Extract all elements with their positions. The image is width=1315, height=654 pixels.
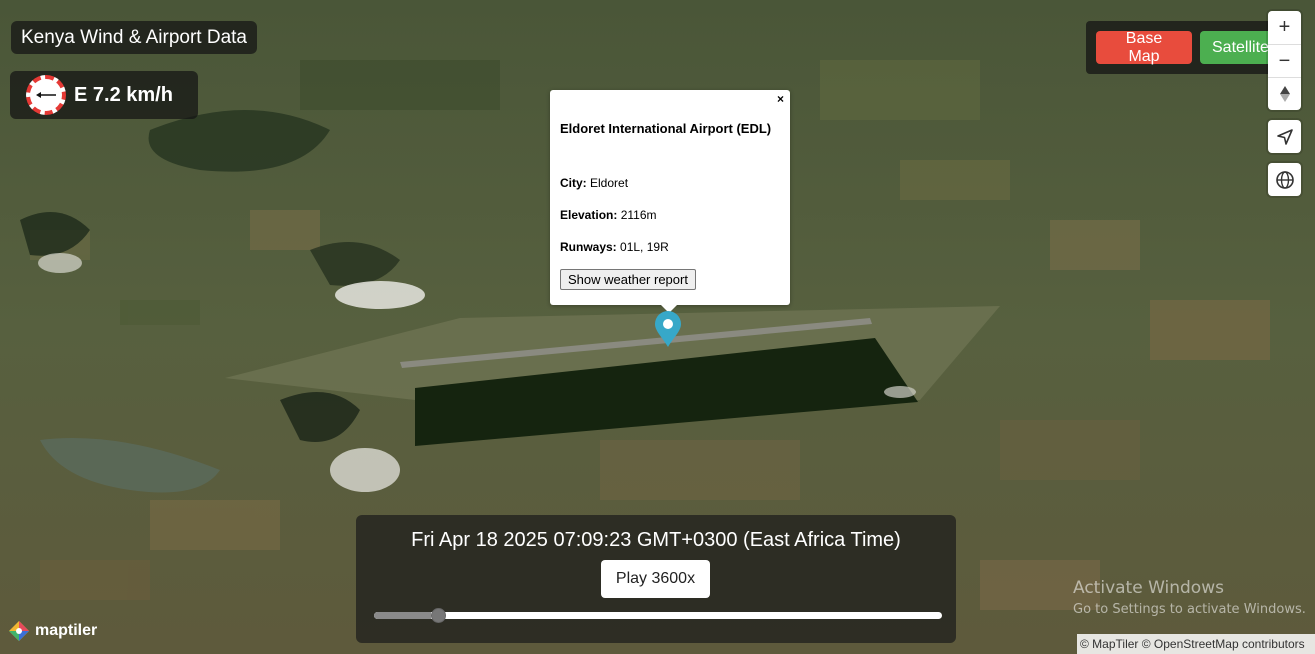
time-slider-track[interactable] [374, 612, 942, 619]
popup-title: Eldoret International Airport (EDL) [560, 121, 772, 136]
maptiler-logo-text: maptiler [35, 622, 98, 639]
navigation-arrow-icon [1276, 128, 1293, 145]
datetime-label: Fri Apr 18 2025 07:09:23 GMT+0300 (East … [411, 529, 901, 551]
navigation-controls: + − [1268, 11, 1301, 110]
app-title: Kenya Wind & Airport Data [11, 21, 257, 54]
globe-button[interactable] [1268, 163, 1301, 196]
close-icon[interactable]: × [777, 92, 784, 106]
timeline-panel: Fri Apr 18 2025 07:09:23 GMT+0300 (East … [356, 515, 956, 643]
popup-elevation: Elevation: 2116m [560, 208, 657, 222]
wind-arrow-icon [36, 92, 56, 98]
play-button[interactable]: Play 3600x [601, 560, 710, 598]
runways-label: Runways: [560, 240, 617, 254]
maptiler-logo[interactable]: maptiler [8, 620, 97, 642]
popup-city: City: Eldoret [560, 176, 628, 190]
map-pin-icon[interactable] [654, 311, 682, 348]
zoom-in-button[interactable]: + [1268, 11, 1301, 44]
elevation-value: 2116m [620, 208, 657, 222]
runways-value: 01L, 19R [620, 240, 669, 254]
city-label: City: [560, 176, 587, 190]
time-slider-thumb[interactable] [431, 608, 447, 623]
map-attribution[interactable]: © MapTiler © OpenStreetMap contributors [1077, 634, 1315, 654]
popup-runways: Runways: 01L, 19R [560, 240, 669, 254]
wind-indicator: E 7.2 km/h [10, 71, 198, 119]
base-map-button[interactable]: Base Map [1096, 30, 1192, 65]
compass-icon [1279, 86, 1290, 102]
globe-icon [1275, 170, 1294, 189]
geolocate-button[interactable] [1268, 120, 1301, 153]
watermark-title: Activate Windows [1073, 578, 1224, 598]
map-style-switcher: Base Map Satellite [1086, 21, 1290, 74]
minus-icon: − [1278, 49, 1291, 72]
elevation-label: Elevation: [560, 208, 618, 222]
compass-button[interactable] [1268, 77, 1301, 110]
zoom-out-button[interactable]: − [1268, 44, 1301, 77]
wind-speed-text: E 7.2 km/h [74, 83, 173, 106]
time-slider-fill [374, 612, 431, 619]
app-title-text: Kenya Wind & Airport Data [21, 26, 247, 48]
wind-direction-dial-icon [26, 75, 66, 115]
show-weather-report-button[interactable]: Show weather report [560, 269, 696, 290]
airport-popup: × Eldoret International Airport (EDL) Ci… [550, 90, 790, 305]
plus-icon: + [1278, 16, 1291, 38]
activate-windows-watermark: Activate Windows Go to Settings to activ… [1073, 578, 1306, 617]
watermark-subtitle: Go to Settings to activate Windows. [1073, 602, 1306, 617]
city-value: Eldoret [590, 176, 629, 190]
maptiler-logo-icon [9, 621, 29, 641]
